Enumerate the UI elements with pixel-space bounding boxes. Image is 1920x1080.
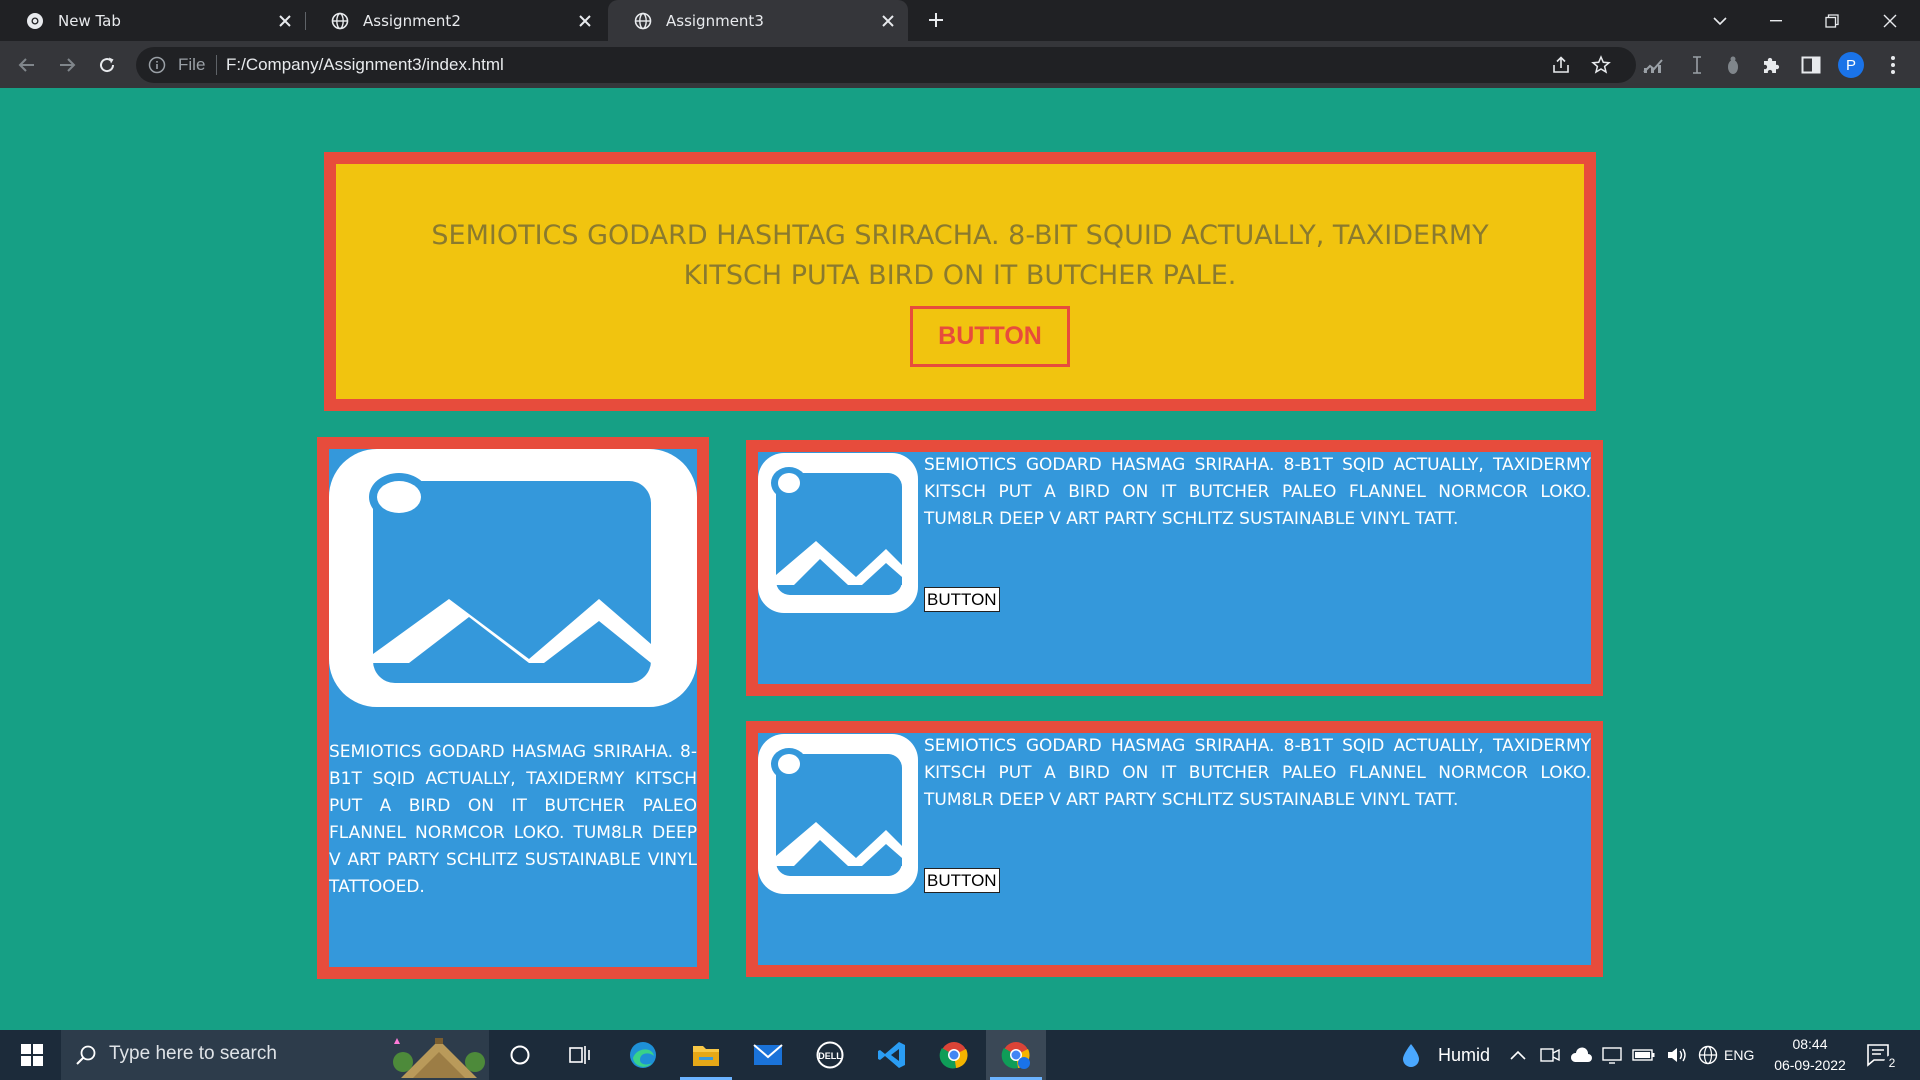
tab-title: Assignment2	[363, 11, 461, 30]
search-placeholder: Type here to search	[109, 1043, 277, 1064]
left-card: SEMIOTICS GODARD HASMAG SRIRAHA. 8-B1T S…	[317, 437, 709, 979]
tab-search-icon[interactable]	[1692, 0, 1748, 41]
globe-icon	[634, 12, 652, 30]
taskbar-clock[interactable]: 08:44 06-09-2022	[1760, 1034, 1860, 1076]
profile-initial: P	[1838, 52, 1864, 78]
card-description: SEMIOTICS GODARD HASMAG SRIRAHA. 8-B1T S…	[924, 736, 1591, 810]
card-description: SEMIOTICS GODARD HASMAG SRIRAHA. 8-B1T S…	[924, 455, 1591, 529]
address-divider	[216, 55, 217, 75]
windows-taskbar: Type here to search DELL Humid ENG 08:44…	[0, 1030, 1920, 1080]
meet-now-icon[interactable]	[1540, 1046, 1560, 1064]
hero-button[interactable]: BUTTON	[910, 306, 1070, 367]
hero-text: SEMIOTICS GODARD HASHTAG SRIRACHA. 8-BIT…	[431, 220, 1489, 291]
globe-icon	[331, 12, 349, 30]
info-icon[interactable]	[148, 56, 166, 74]
card-button[interactable]: BUTTON	[924, 587, 1000, 612]
taskbar-search[interactable]: Type here to search	[61, 1030, 489, 1080]
tab-assignment3[interactable]: Assignment3	[608, 0, 908, 41]
scheme-label: File	[178, 55, 206, 74]
water-drop-icon	[1403, 1044, 1419, 1067]
clock-time: 08:44	[1792, 1036, 1828, 1052]
share-icon[interactable]	[1546, 50, 1576, 80]
restore-button[interactable]	[1804, 0, 1860, 41]
new-tab-button[interactable]	[922, 6, 950, 34]
tab-new-tab[interactable]: New Tab	[0, 0, 305, 41]
forward-button[interactable]	[52, 50, 82, 80]
extension-bug-icon[interactable]	[1718, 50, 1748, 80]
svg-text:DELL: DELL	[818, 1051, 842, 1061]
file-explorer-icon[interactable]	[676, 1030, 736, 1080]
image-placeholder-icon	[329, 449, 697, 707]
tab-strip: New Tab Assignment2 Assignment3	[0, 0, 1920, 41]
mail-icon[interactable]	[738, 1030, 798, 1080]
language-indicator[interactable]: ENG	[1724, 1030, 1754, 1080]
battery-icon[interactable]	[1632, 1047, 1656, 1063]
minimize-button[interactable]	[1748, 0, 1804, 41]
search-icon	[75, 1044, 97, 1066]
edge-icon[interactable]	[613, 1030, 673, 1080]
chrome-icon[interactable]	[924, 1030, 984, 1080]
clock-date: 06-09-2022	[1774, 1057, 1846, 1073]
vscode-icon[interactable]	[862, 1030, 922, 1080]
tab-title: New Tab	[58, 11, 121, 30]
address-bar[interactable]: File F:/Company/Assignment3/index.html	[136, 47, 1636, 83]
close-window-button[interactable]	[1862, 0, 1918, 41]
profile-avatar[interactable]: P	[1836, 50, 1866, 80]
start-button[interactable]	[8, 1030, 56, 1080]
volume-icon[interactable]	[1666, 1046, 1688, 1064]
close-tab-icon[interactable]	[874, 7, 902, 35]
reload-button[interactable]	[92, 50, 122, 80]
image-placeholder-icon	[758, 453, 918, 613]
cortana-icon[interactable]	[490, 1030, 550, 1080]
chrome-profile-icon[interactable]	[986, 1030, 1046, 1080]
notification-center-button[interactable]: 2	[1866, 1030, 1900, 1080]
extensions-puzzle-icon[interactable]	[1756, 50, 1786, 80]
search-highlight-pyramid-icon	[391, 1032, 487, 1078]
hero-banner: SEMIOTICS GODARD HASHTAG SRIRACHA. 8-BIT…	[324, 152, 1596, 411]
task-view-icon[interactable]	[550, 1030, 610, 1080]
extension-chart-icon[interactable]	[1638, 50, 1668, 80]
tray-icons	[1540, 1030, 1718, 1080]
card-button[interactable]: BUTTON	[924, 868, 1000, 893]
right-card: SEMIOTICS GODARD HASMAG SRIRAHA. 8-B1T S…	[746, 440, 1603, 696]
show-hidden-icons-chevron-icon[interactable]	[1510, 1030, 1526, 1080]
weather-widget[interactable]: Humid	[1398, 1030, 1490, 1080]
right-card: SEMIOTICS GODARD HASMAG SRIRAHA. 8-B1T S…	[746, 721, 1603, 977]
network-globe-icon[interactable]	[1698, 1045, 1718, 1065]
notification-count-badge: 2	[1884, 1055, 1900, 1071]
menu-kebab-icon[interactable]	[1878, 50, 1908, 80]
card-description: SEMIOTICS GODARD HASMAG SRIRAHA. 8-B1T S…	[329, 742, 697, 897]
display-icon[interactable]	[1602, 1046, 1622, 1064]
onedrive-cloud-icon[interactable]	[1570, 1046, 1592, 1064]
dell-icon[interactable]: DELL	[800, 1030, 860, 1080]
tab-title: Assignment3	[666, 11, 764, 30]
close-tab-icon[interactable]	[271, 7, 299, 35]
weather-text: Humid	[1438, 1044, 1491, 1065]
text-cursor-extension-icon[interactable]	[1682, 50, 1712, 80]
side-panel-icon[interactable]	[1796, 50, 1826, 80]
close-tab-icon[interactable]	[571, 7, 599, 35]
back-button[interactable]	[12, 50, 42, 80]
image-placeholder-icon	[758, 734, 918, 894]
chrome-icon	[26, 12, 44, 30]
tab-assignment2[interactable]: Assignment2	[305, 0, 605, 41]
url-text[interactable]: F:/Company/Assignment3/index.html	[226, 55, 504, 75]
bookmark-star-icon[interactable]	[1586, 50, 1616, 80]
browser-toolbar: File F:/Company/Assignment3/index.html P	[0, 41, 1920, 88]
